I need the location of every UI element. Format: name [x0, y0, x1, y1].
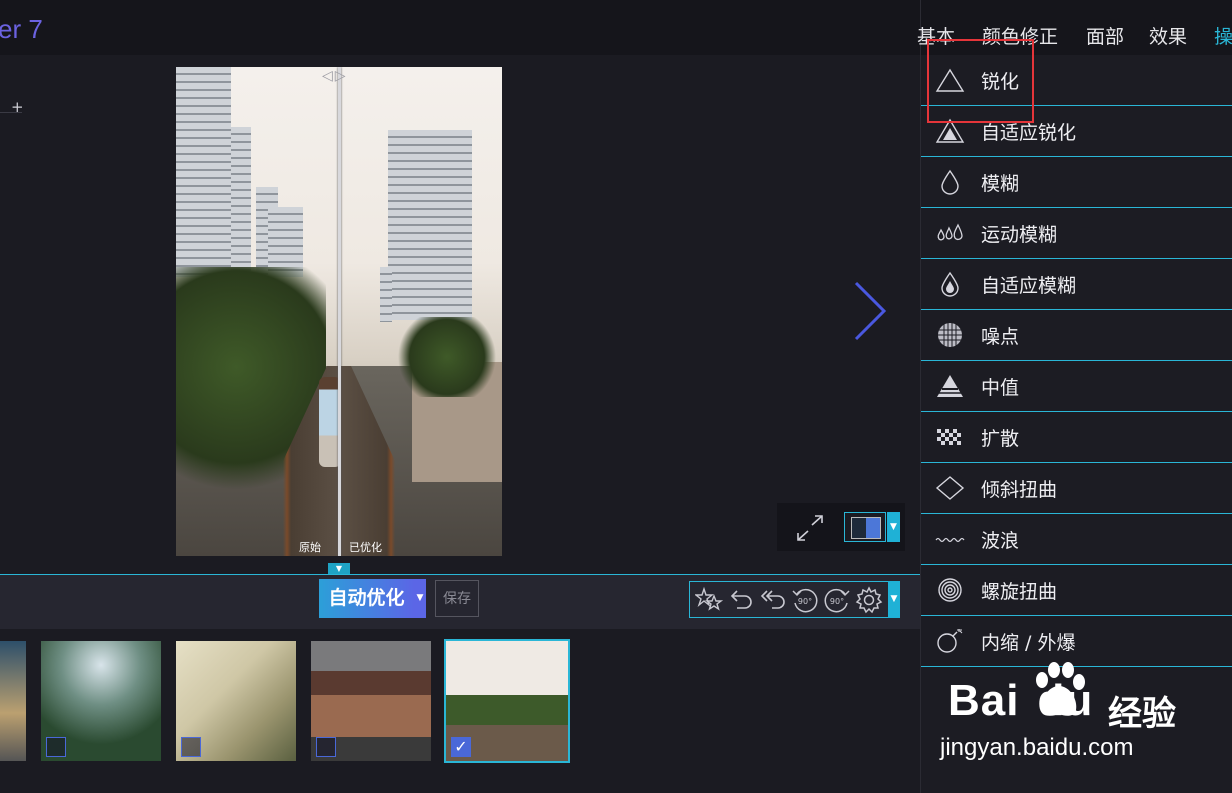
tab-face[interactable]: 面部 [1086, 22, 1124, 49]
watermark-url: jingyan.baidu.com [940, 734, 1134, 761]
bomb-icon [937, 629, 963, 653]
compare-view-button[interactable] [844, 512, 886, 542]
undo-all-icon[interactable] [758, 585, 788, 615]
thumbnail-selected[interactable]: ✓ [444, 639, 570, 763]
operation-label: 内缩 / 外爆 [981, 632, 1076, 654]
optimized-label: 已优化 [349, 541, 382, 554]
collapse-panel-toggle[interactable]: ▼ [328, 563, 350, 574]
divider-arrows-icon[interactable]: ◁▷ [322, 68, 348, 84]
auto-optimize-dropdown[interactable]: ▼ [414, 579, 426, 618]
add-icon[interactable]: + [11, 98, 24, 116]
diamond-icon [935, 476, 965, 500]
motion-drops-icon [937, 223, 963, 241]
compare-divider-handle[interactable] [338, 67, 341, 556]
photo-building [380, 267, 392, 322]
watermark-cn: 经验 [1108, 694, 1176, 734]
drop-filled-icon [941, 271, 959, 297]
median-pyramid-icon [937, 375, 963, 397]
save-button[interactable]: 保存 [435, 580, 479, 617]
thumbnail[interactable] [311, 641, 431, 761]
next-image-chevron-icon[interactable] [850, 280, 890, 342]
thumbnail-checkbox-checked[interactable]: ✓ [451, 737, 471, 757]
compare-view-dropdown[interactable]: ▼ [887, 512, 900, 542]
operation-noise[interactable]: 噪点 [921, 310, 1232, 361]
paw-icon [1036, 662, 1085, 716]
baidu-watermark-logo: Baidu 经验 jingyan.baidu.com [940, 662, 1178, 772]
thumbnail-checkbox[interactable] [316, 737, 336, 757]
tab-operations[interactable]: 操 [1214, 22, 1232, 49]
operation-label: 倾斜扭曲 [981, 479, 1058, 501]
operation-blur[interactable]: 模糊 [921, 157, 1232, 208]
split-view-icon [851, 517, 881, 539]
drop-icon [941, 169, 959, 195]
thumbnail[interactable] [0, 641, 26, 761]
top-bar: er 7 [0, 0, 920, 55]
auto-optimize-button[interactable]: 自动优化 [319, 579, 414, 618]
image-preview[interactable]: ◁▷ 原始 已优化 [176, 67, 502, 556]
undo-icon[interactable] [726, 585, 756, 615]
thumbnail-checkbox[interactable] [181, 737, 201, 757]
noise-sphere-icon [938, 323, 962, 347]
edit-tools: 90° 90° [689, 581, 889, 618]
view-controls: ▼ [777, 503, 905, 551]
favorite-stars-icon[interactable] [694, 585, 724, 615]
tab-effects[interactable]: 效果 [1149, 22, 1187, 49]
thumbnail[interactable] [41, 641, 161, 761]
spiral-icon [938, 578, 962, 602]
photo-building [231, 127, 251, 277]
operation-wave[interactable]: 波浪 [921, 514, 1232, 565]
photo-trees [392, 317, 502, 397]
settings-gear-icon[interactable] [854, 585, 884, 615]
photo-building [176, 67, 231, 277]
operation-spiral-distort[interactable]: 螺旋扭曲 [921, 565, 1232, 616]
operation-skew-distort[interactable]: 倾斜扭曲 [921, 463, 1232, 514]
tools-dropdown[interactable]: ▼ [888, 581, 900, 618]
operation-diffuse[interactable]: 扩散 [921, 412, 1232, 463]
operation-adaptive-blur[interactable]: 自适应模糊 [921, 259, 1232, 310]
operation-label: 中值 [981, 377, 1020, 399]
fullscreen-icon[interactable] [795, 514, 825, 542]
operation-label: 波浪 [981, 530, 1020, 552]
thumbnail[interactable] [176, 641, 296, 761]
operation-label: 噪点 [981, 326, 1020, 348]
operation-label: 运动模糊 [981, 224, 1058, 246]
operation-label: 扩散 [981, 428, 1020, 450]
operation-pinch-explode[interactable]: 内缩 / 外爆 [921, 616, 1232, 667]
diffuse-checker-icon [937, 429, 961, 445]
operation-median[interactable]: 中值 [921, 361, 1232, 412]
operation-label: 自适应模糊 [981, 275, 1077, 297]
rotate-left-icon[interactable]: 90° [790, 585, 820, 615]
wave-icon [935, 537, 965, 543]
original-label: 原始 [299, 541, 321, 554]
rotate-left-label: 90° [798, 597, 812, 606]
operation-label: 模糊 [981, 173, 1020, 195]
highlight-box [927, 39, 1034, 123]
operation-motion-blur[interactable]: 运动模糊 [921, 208, 1232, 259]
thumbnail-checkbox[interactable] [46, 737, 66, 757]
rotate-right-label: 90° [830, 597, 844, 606]
app-title: er 7 [0, 14, 43, 44]
photo-building [388, 130, 472, 320]
rotate-right-icon[interactable]: 90° [822, 585, 852, 615]
operation-label: 螺旋扭曲 [981, 581, 1058, 603]
